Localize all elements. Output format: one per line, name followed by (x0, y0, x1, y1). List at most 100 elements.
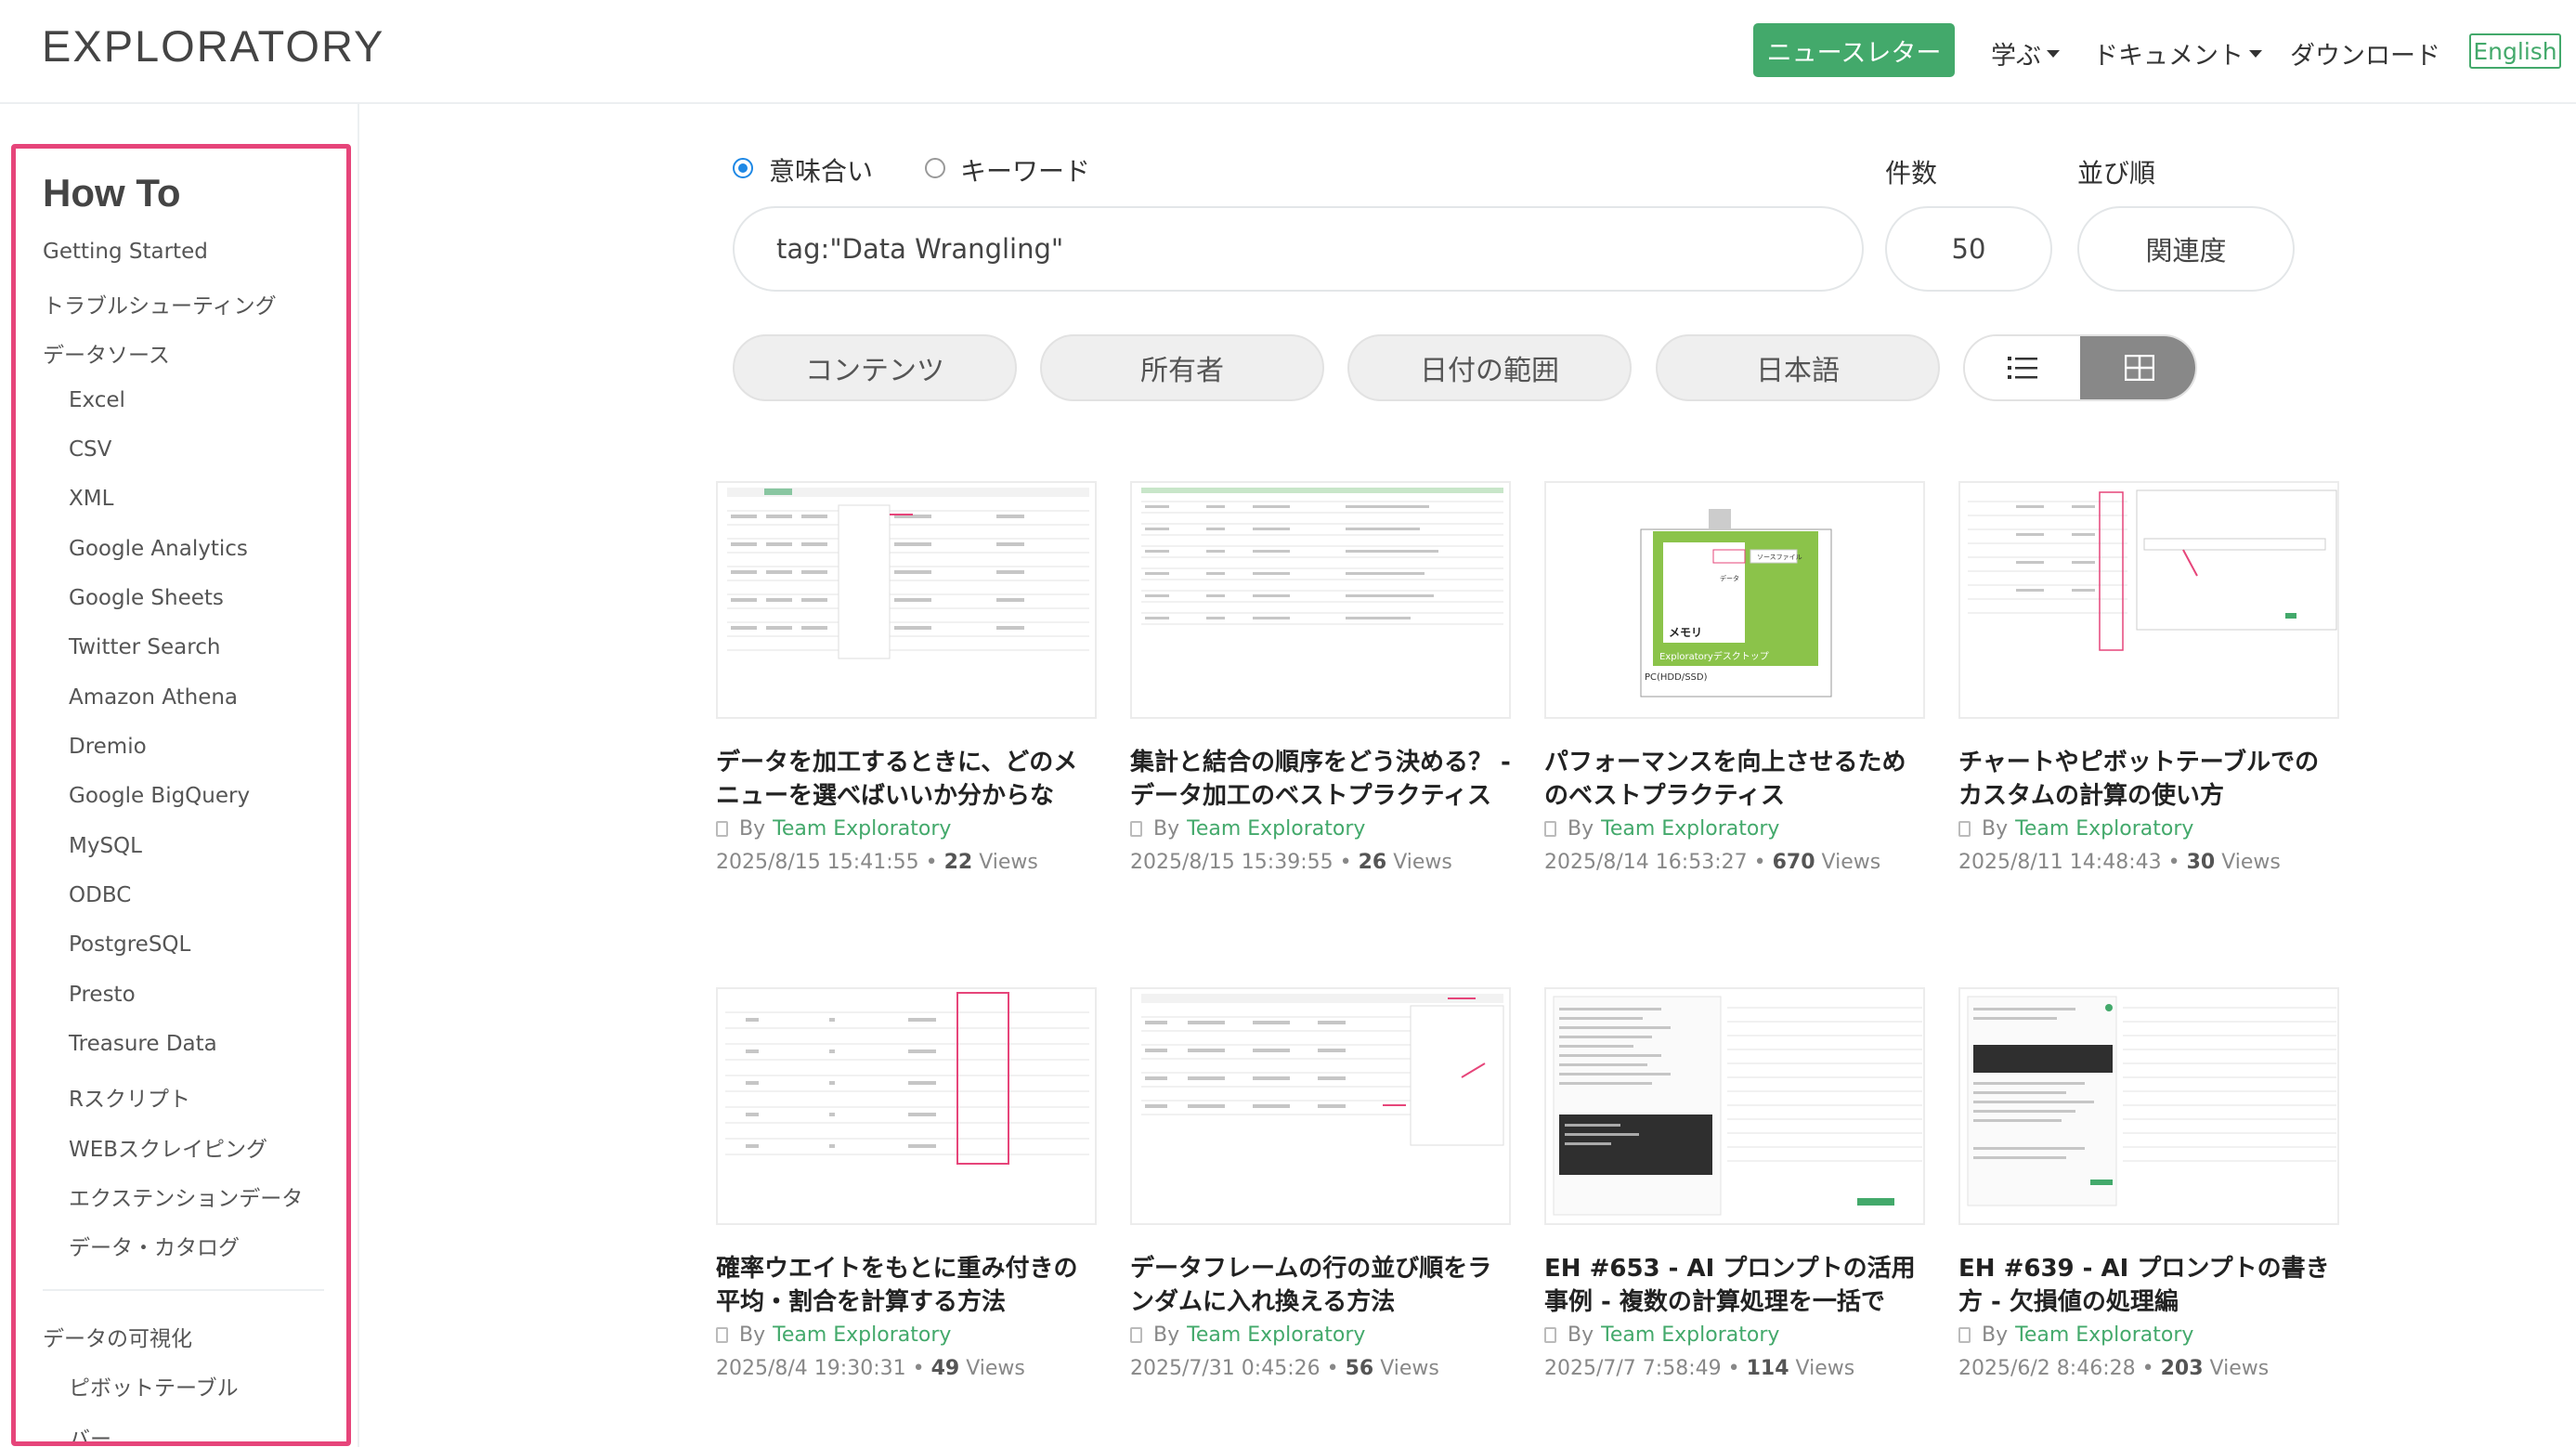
article-title[interactable]: データを加工するときに、どのメニューを選べばいいか分からない... (716, 746, 1097, 813)
sidebar-how-to: How To Getting Started トラブルシューティング データソー… (11, 144, 351, 1446)
byline-prefix: By (1568, 817, 1594, 841)
sidebar-item-extension-data[interactable]: エクステンションデータ (69, 1180, 303, 1212)
top-navigation-bar: EXPLORATORY ニュースレター 学ぶ ドキュメント ダウンロード Eng… (0, 0, 2576, 104)
article-thumbnail[interactable] (1544, 987, 1925, 1225)
article-meta: 2025/7/7 7:58:49 • 114 Views (1544, 1357, 1855, 1380)
sidebar-item-google-bigquery[interactable]: Google BigQuery (69, 784, 250, 808)
content-filter-button[interactable]: コンテンツ (733, 334, 1017, 401)
sidebar-item-troubleshooting[interactable]: トラブルシューティング (43, 288, 277, 319)
sidebar-item-data-visualization[interactable]: データの可視化 (43, 1321, 192, 1352)
article-date: 2025/8/15 15:39:55 (1130, 851, 1334, 874)
article-byline: By Team Exploratory (1958, 817, 2193, 841)
article-title[interactable]: データフレームの行の並び順をランダムに入れ換える方法 (1130, 1252, 1511, 1319)
views-label: Views (966, 1357, 1025, 1380)
sidebar-item-xml[interactable]: XML (69, 487, 113, 511)
article-byline: By Team Exploratory (1544, 817, 1779, 841)
grid-view-button[interactable] (2080, 336, 2195, 399)
author-link[interactable]: Team Exploratory (773, 817, 951, 841)
sidebar-item-data-catalog[interactable]: データ・カタログ (69, 1230, 240, 1261)
sidebar-item-bar[interactable]: バー (69, 1421, 111, 1441)
sidebar-divider (358, 102, 359, 1447)
article-thumbnail[interactable] (716, 987, 1097, 1225)
article-byline: By Team Exploratory (1130, 817, 1365, 841)
article-title[interactable]: チャートやピボットテーブルでのカスタムの計算の使い方 (1958, 746, 2339, 813)
views-label: Views (979, 851, 1038, 874)
semantic-mode-radio[interactable] (733, 158, 753, 178)
sidebar-item-dremio[interactable]: Dremio (69, 735, 147, 759)
article-thumbnail[interactable] (1130, 987, 1511, 1225)
sidebar-item-getting-started[interactable]: Getting Started (43, 240, 208, 264)
sidebar-item-postgresql[interactable]: PostgreSQL (69, 932, 190, 957)
document-icon (1130, 1327, 1142, 1343)
article-title[interactable]: EH #639 - AI プロンプトの書き方 - 欠損値の処理編 (1958, 1252, 2339, 1319)
sidebar-item-r-script[interactable]: Rスクリプト (69, 1081, 190, 1113)
diagram-tag-data: データ (1720, 574, 1739, 582)
article-thumbnail[interactable] (1958, 481, 2339, 719)
sidebar-item-web-scraping[interactable]: WEBスクレイピング (69, 1131, 267, 1163)
keyword-mode-radio[interactable] (925, 158, 945, 178)
sidebar-item-data-source[interactable]: データソース (43, 337, 170, 369)
article-thumbnail[interactable]: データ ソースファイル メモリ Exploratoryデスクトップ PC(HDD… (1544, 481, 1925, 719)
newsletter-button[interactable]: ニュースレター (1753, 23, 1955, 77)
weighted-table-screenshot-image (725, 992, 1089, 1165)
search-input[interactable]: tag:"Data Wrangling" (733, 206, 1864, 292)
author-link[interactable]: Team Exploratory (1187, 817, 1365, 841)
article-byline: By Team Exploratory (1544, 1323, 1779, 1347)
diagram-memory-label: メモリ (1669, 626, 1702, 639)
document-icon (1544, 1327, 1556, 1343)
sidebar-item-pivot-table[interactable]: ピボットテーブル (69, 1370, 239, 1401)
author-link[interactable]: Team Exploratory (1187, 1323, 1365, 1347)
sidebar-item-twitter-search[interactable]: Twitter Search (69, 635, 220, 659)
document-icon (716, 821, 728, 837)
article-byline: By Team Exploratory (1130, 1323, 1365, 1347)
article-thumbnail[interactable] (716, 481, 1097, 719)
article-date: 2025/8/4 19:30:31 (716, 1357, 906, 1380)
article-thumbnail[interactable] (1130, 481, 1511, 719)
author-link[interactable]: Team Exploratory (1601, 817, 1779, 841)
random-sort-screenshot-image (1141, 994, 1504, 1146)
sidebar-item-odbc[interactable]: ODBC (69, 883, 131, 907)
keyword-mode-label[interactable]: キーワード (960, 151, 1090, 189)
views-label: Views (1795, 1357, 1855, 1380)
article-meta: 2025/8/11 14:48:43 • 30 Views (1958, 851, 2281, 874)
language-filter-button[interactable]: 日本語 (1656, 334, 1940, 401)
sidebar-item-treasure-data[interactable]: Treasure Data (69, 1032, 217, 1056)
article-date: 2025/7/31 0:45:26 (1130, 1357, 1321, 1380)
documents-menu[interactable]: ドキュメント (2093, 35, 2262, 72)
count-label: 件数 (1885, 158, 1938, 189)
sidebar-item-amazon-athena[interactable]: Amazon Athena (69, 685, 238, 710)
article-title[interactable]: パフォーマンスを向上させるためのベストプラクティス (1544, 746, 1925, 813)
author-link[interactable]: Team Exploratory (1601, 1323, 1779, 1347)
article-title[interactable]: 確率ウエイトをもとに重み付きの平均・割合を計算する方法 (716, 1252, 1097, 1319)
learn-menu[interactable]: 学ぶ (1991, 35, 2060, 72)
sidebar-item-mysql[interactable]: MySQL (69, 834, 142, 858)
sidebar-item-excel[interactable]: Excel (69, 388, 125, 412)
sidebar-item-google-sheets[interactable]: Google Sheets (69, 586, 224, 610)
article-date: 2025/7/7 7:58:49 (1544, 1357, 1722, 1380)
article-date: 2025/8/15 15:41:55 (716, 851, 919, 874)
sidebar-item-presto[interactable]: Presto (69, 983, 136, 1007)
language-switch-english[interactable]: English (2469, 33, 2561, 69)
sort-order-select[interactable]: 関連度 (2077, 206, 2295, 292)
list-view-button[interactable] (1965, 336, 2080, 399)
semantic-mode-label[interactable]: 意味合い (769, 151, 873, 189)
owner-filter-button[interactable]: 所有者 (1040, 334, 1324, 401)
sidebar-item-google-analytics[interactable]: Google Analytics (69, 537, 248, 561)
author-link[interactable]: Team Exploratory (2015, 817, 2193, 841)
sidebar-item-csv[interactable]: CSV (69, 437, 111, 462)
author-link[interactable]: Team Exploratory (773, 1323, 951, 1347)
author-link[interactable]: Team Exploratory (2015, 1323, 2193, 1347)
date-range-filter-button[interactable]: 日付の範囲 (1347, 334, 1632, 401)
list-view-icon (2008, 357, 2037, 379)
result-count-select[interactable]: 50 (1885, 206, 2052, 292)
exploratory-logo[interactable]: EXPLORATORY (42, 20, 384, 72)
diagram-app-label: Exploratoryデスクトップ (1659, 650, 1769, 662)
article-thumbnail[interactable] (1958, 987, 2339, 1225)
article-title[interactable]: 集計と結合の順序をどう決める？ - データ加工のベストプラクティス (1130, 746, 1511, 813)
article-meta: 2025/8/15 15:39:55 • 26 Views (1130, 851, 1452, 874)
download-link[interactable]: ダウンロード (2290, 35, 2440, 72)
table-screenshot-image (1141, 488, 1503, 625)
article-title[interactable]: EH #653 - AI プロンプトの活用事例 - 複数の計算処理を一括で実..… (1544, 1252, 1925, 1319)
views-label: Views (1821, 851, 1881, 874)
view-count: 22 (943, 851, 973, 874)
